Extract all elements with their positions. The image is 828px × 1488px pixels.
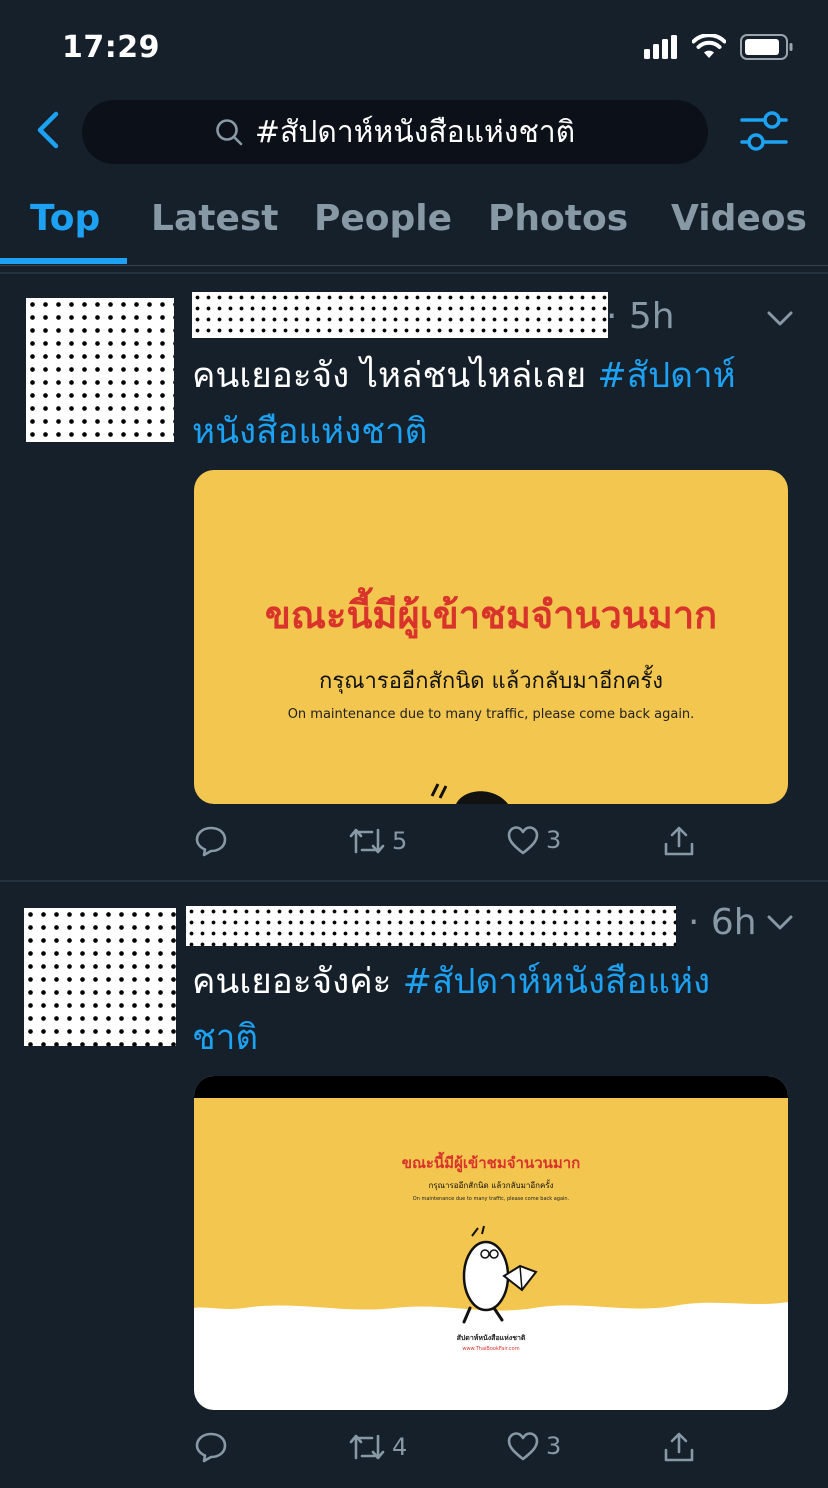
image-english-text: On maintenance due to many traffic, plea… <box>413 1196 570 1202</box>
reply-icon <box>195 826 227 857</box>
retweet-count: 5 <box>392 827 408 855</box>
like-count: 3 <box>546 1432 562 1460</box>
tab-top[interactable]: Top <box>30 198 100 239</box>
like-count: 3 <box>546 826 562 854</box>
tweet[interactable]: · 6h คนเยอะจังค่ะ #สัปดาห์หนังสือแห่งชาต… <box>0 882 828 1488</box>
search-tabs: Top Latest People Photos Videos <box>0 184 828 266</box>
tweet-time: · 5h <box>606 296 675 337</box>
tab-people[interactable]: People <box>314 198 452 239</box>
tweet-text: คนเยอะจัง ไหล่ชนไหล่เลย #สัปดาห์หนังสือแ… <box>192 348 782 460</box>
cellular-signal-icon <box>644 35 677 59</box>
wifi-icon <box>692 34 726 58</box>
image-subheading: กรุณารออีกสักนิด แล้วกลับมาอีกครั้ง <box>428 1179 553 1190</box>
author-name-redacted[interactable] <box>192 292 608 338</box>
retweet-count: 4 <box>392 1433 408 1461</box>
reply-button[interactable] <box>194 824 228 858</box>
avatar[interactable] <box>24 908 176 1046</box>
chevron-down-icon[interactable] <box>766 914 794 932</box>
maintenance-image: ขณะนี้มีผู้เข้าชมจำนวนมาก กรุณารออีกสักน… <box>194 470 788 804</box>
search-input[interactable]: #สัปดาห์หนังสือแห่งชาติ <box>82 100 708 164</box>
tweet-time: · 6h <box>688 902 757 943</box>
tab-latest[interactable]: Latest <box>151 198 279 239</box>
image-footer-logo: สัปดาห์หนังสือแห่งชาติ <box>457 1333 526 1342</box>
tweet-text: คนเยอะจังค่ะ #สัปดาห์หนังสือแห่งชาติ <box>192 954 752 1066</box>
retweet-icon <box>349 828 385 854</box>
share-button[interactable] <box>662 824 696 858</box>
heart-icon <box>507 826 539 855</box>
image-subheading: กรุณารออีกสักนิด แล้วกลับมาอีกครั้ง <box>319 665 663 694</box>
search-header: #สัปดาห์หนังสือแห่งชาติ <box>0 96 828 172</box>
share-icon <box>664 1432 694 1462</box>
tab-videos[interactable]: Videos <box>671 198 807 239</box>
maintenance-image: ขณะนี้มีผู้เข้าชมจำนวนมาก กรุณารออีกสักน… <box>194 1076 788 1410</box>
tweet[interactable]: · 5h คนเยอะจัง ไหล่ชนไหล่เลย #สัปดาห์หนั… <box>0 276 828 880</box>
share-icon <box>664 826 694 856</box>
tweet-actions: 5 3 <box>192 824 712 870</box>
reply-button[interactable] <box>194 1430 228 1464</box>
image-heading: ขณะนี้มีผู้เข้าชมจำนวนมาก <box>402 1151 581 1173</box>
filter-settings-icon[interactable] <box>738 108 790 156</box>
image-english-text: On maintenance due to many traffic, plea… <box>288 707 695 722</box>
image-footer-url: www.ThaiBookFair.com <box>462 1346 519 1352</box>
active-tab-indicator <box>0 258 127 264</box>
tweet-image[interactable]: ขณะนี้มีผู้เข้าชมจำนวนมาก กรุณารออีกสักน… <box>194 1076 788 1410</box>
search-icon <box>216 119 243 146</box>
share-button[interactable] <box>662 1430 696 1464</box>
tweet-image[interactable]: ขณะนี้มีผู้เข้าชมจำนวนมาก กรุณารออีกสักน… <box>194 470 788 804</box>
retweet-button[interactable]: 5 <box>348 824 407 858</box>
like-button[interactable]: 3 <box>506 824 561 856</box>
reply-icon <box>195 1432 227 1463</box>
tweet-body: คนเยอะจัง ไหล่ชนไหล่เลย <box>192 356 598 396</box>
retweet-button[interactable]: 4 <box>348 1430 407 1464</box>
tweet-body: คนเยอะจังค่ะ <box>192 962 403 1002</box>
author-name-redacted[interactable] <box>186 906 676 946</box>
retweet-icon <box>349 1434 385 1460</box>
tweet-actions: 4 3 <box>192 1430 712 1476</box>
status-bar: 17:29 <box>0 0 828 96</box>
battery-icon <box>740 34 793 60</box>
avatar[interactable] <box>26 298 174 442</box>
like-button[interactable]: 3 <box>506 1430 561 1462</box>
chevron-down-icon[interactable] <box>766 310 794 328</box>
tabs-divider <box>0 272 828 274</box>
status-time: 17:29 <box>62 30 160 65</box>
image-heading: ขณะนี้มีผู้เข้าชมจำนวนมาก <box>265 587 717 639</box>
heart-icon <box>507 1432 539 1461</box>
tab-photos[interactable]: Photos <box>488 198 628 239</box>
search-query: #สัปดาห์หนังสือแห่งชาติ <box>254 114 576 150</box>
back-chevron-icon[interactable] <box>30 108 70 152</box>
status-icons <box>644 34 794 60</box>
